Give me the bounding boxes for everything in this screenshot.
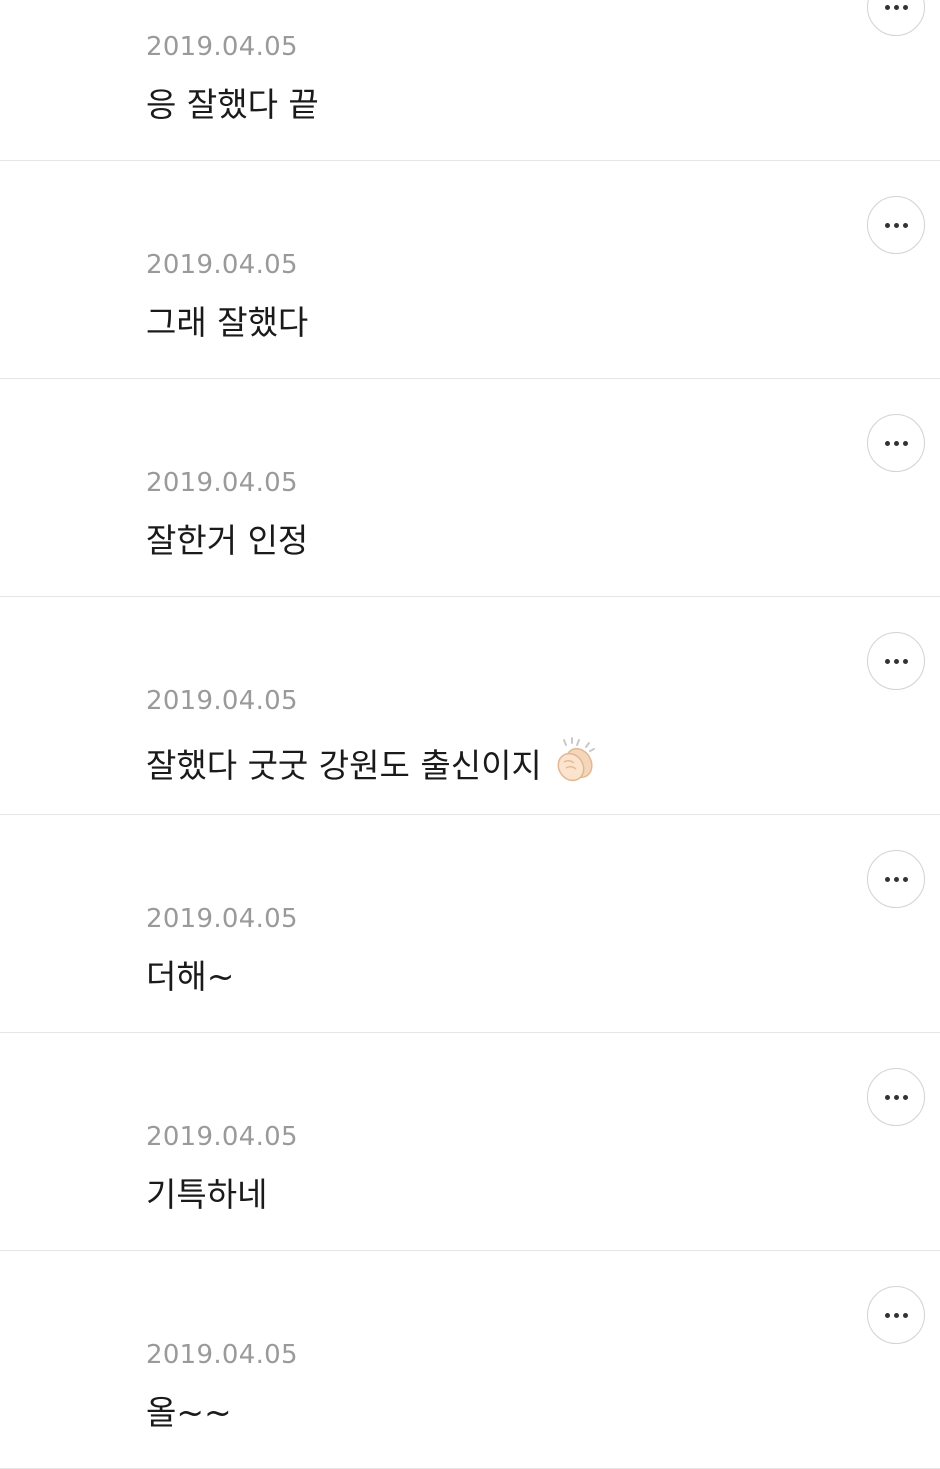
comment-item: 2019.04.05 잘했다 굿굿 강원도 출신이지 — [0, 597, 940, 815]
comment-text: 응 잘했다 끝 — [146, 85, 319, 124]
comment-text-row: 잘했다 굿굿 강원도 출신이지 — [146, 737, 598, 794]
more-horizontal-icon — [884, 658, 890, 664]
comment-item: 2019.04.05 그래 잘했다 — [0, 161, 940, 379]
comment-date: 2019.04.05 — [146, 1340, 298, 1370]
clapping-hands-emoji — [552, 737, 598, 794]
more-options-button[interactable] — [867, 196, 925, 254]
more-horizontal-icon — [884, 1312, 890, 1318]
comment-text: 그래 잘했다 — [146, 303, 309, 342]
comment-item: 2019.04.05 잘한거 인정 — [0, 379, 940, 597]
comment-list: 2019.04.05 응 잘했다 끝 2019.04.05 그래 잘했다 201… — [0, 0, 940, 1469]
comment-text: 잘했다 굿굿 강원도 출신이지 — [146, 746, 542, 785]
more-options-button[interactable] — [867, 632, 925, 690]
comment-date: 2019.04.05 — [146, 250, 298, 280]
comment-date: 2019.04.05 — [146, 904, 298, 934]
comment-text: 더해~ — [146, 957, 235, 996]
comment-date: 2019.04.05 — [146, 1122, 298, 1152]
comment-date: 2019.04.05 — [146, 468, 298, 498]
comment-date: 2019.04.05 — [146, 32, 298, 62]
more-horizontal-icon — [884, 876, 890, 882]
more-options-button[interactable] — [867, 414, 925, 472]
comment-date: 2019.04.05 — [146, 686, 298, 716]
more-horizontal-icon — [884, 440, 890, 446]
comment-text: 올~~ — [146, 1393, 232, 1432]
more-horizontal-icon — [884, 4, 890, 10]
comment-item: 2019.04.05 더해~ — [0, 815, 940, 1033]
comment-item: 2019.04.05 응 잘했다 끝 — [0, 0, 940, 161]
comment-text: 기특하네 — [146, 1175, 268, 1214]
comment-item: 2019.04.05 기특하네 — [0, 1033, 940, 1251]
comment-text: 잘한거 인정 — [146, 521, 309, 560]
more-options-button[interactable] — [867, 1286, 925, 1344]
more-options-button[interactable] — [867, 850, 925, 908]
comment-item: 2019.04.05 올~~ — [0, 1251, 940, 1469]
more-options-button[interactable] — [867, 0, 925, 36]
more-horizontal-icon — [884, 1094, 890, 1100]
more-horizontal-icon — [884, 222, 890, 228]
more-options-button[interactable] — [867, 1068, 925, 1126]
